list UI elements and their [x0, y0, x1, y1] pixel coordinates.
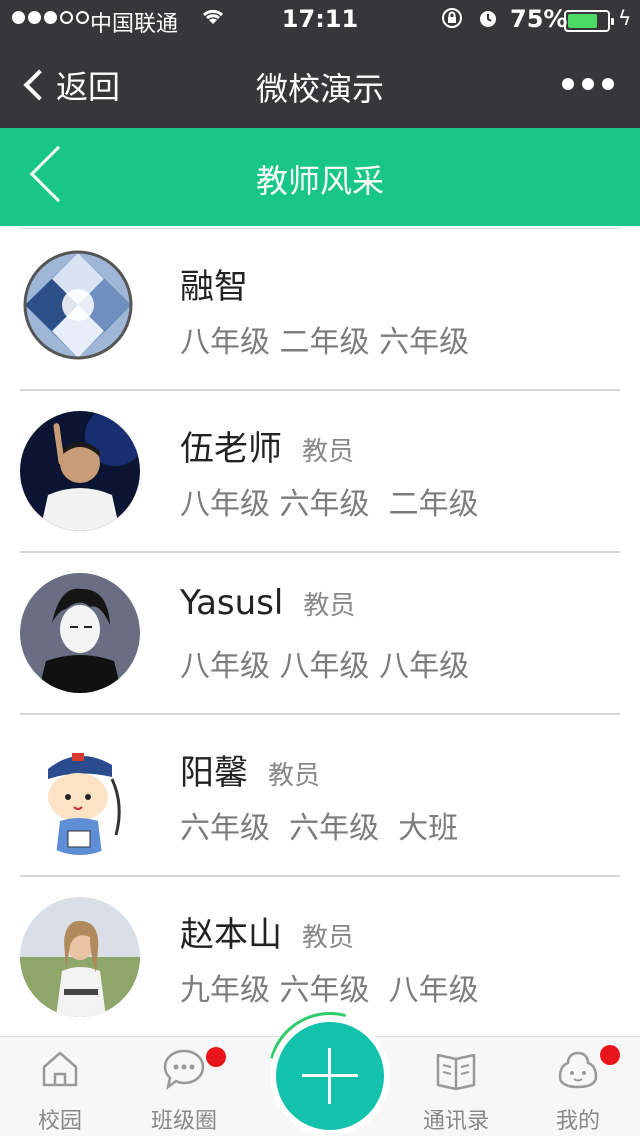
- top-bar: 中国联通 17:11 75% ϟ 返回 微校演示: [0, 0, 640, 128]
- teacher-list: 融智 八年级 二年级 六年级 伍老师 教员 八年级 六年级 二年级 Yasusl…: [20, 228, 620, 1039]
- more-options-icon[interactable]: [562, 78, 614, 90]
- teacher-name-row: 阳馨 教员: [180, 745, 320, 794]
- teacher-grades: 八年级 六年级 二年级: [180, 487, 479, 522]
- rotation-lock-icon: [440, 6, 464, 36]
- teacher-role: 教员: [303, 591, 356, 621]
- notification-badge: [600, 1045, 620, 1065]
- teacher-role: 教员: [302, 923, 355, 953]
- page-header: 教师风采: [0, 128, 640, 226]
- alarm-icon: [476, 6, 500, 36]
- add-button[interactable]: [276, 1022, 384, 1130]
- teacher-grades: 六年级 六年级 大班: [180, 811, 459, 846]
- tab-label: 校园: [37, 1109, 82, 1134]
- charging-icon: ϟ: [618, 6, 632, 30]
- teacher-name: 融智: [180, 267, 248, 307]
- book-icon: [434, 1047, 478, 1091]
- teacher-name-row: 伍老师 教员: [180, 421, 354, 470]
- teacher-name-row: Yasusl 教员: [180, 583, 355, 623]
- avatar-man-on-stage: [20, 411, 140, 531]
- chat-bubble-icon: [162, 1047, 206, 1091]
- battery-icon: [564, 10, 614, 32]
- teacher-name-row: 融智: [180, 259, 248, 308]
- notification-badge: [206, 1047, 226, 1067]
- teacher-grades: 八年级 八年级 八年级: [180, 649, 470, 684]
- battery-percent: 75%: [510, 5, 568, 33]
- nav-title: 微校演示: [255, 70, 384, 108]
- tab-label: 我的: [555, 1109, 600, 1134]
- page-title: 教师风采: [255, 162, 384, 200]
- tab-label: 通讯录: [422, 1109, 489, 1134]
- home-icon: [38, 1047, 82, 1091]
- teacher-role: 教员: [302, 437, 355, 467]
- avatar-diamond: [20, 249, 140, 369]
- status-bar: 中国联通 17:11 75% ϟ: [0, 0, 640, 40]
- person-icon: [556, 1047, 600, 1091]
- tab-class-circle[interactable]: 班级圈: [124, 1047, 244, 1135]
- teacher-item[interactable]: 伍老师 教员 八年级 六年级 二年级: [20, 391, 620, 553]
- tab-contacts[interactable]: 通讯录: [396, 1047, 516, 1135]
- navigation-bar: 返回 微校演示: [0, 40, 640, 128]
- avatar-anime-boy: [20, 573, 140, 693]
- teacher-name: 阳馨: [180, 753, 248, 793]
- teacher-grades: 八年级 二年级 六年级: [180, 325, 470, 360]
- avatar-woman-in-field: [20, 897, 140, 1017]
- tab-mine[interactable]: 我的: [518, 1045, 638, 1135]
- tab-campus[interactable]: 校园: [0, 1047, 120, 1135]
- teacher-name: 伍老师: [180, 429, 282, 469]
- teacher-grades: 九年级 六年级 八年级: [180, 973, 479, 1008]
- teacher-role: 教员: [268, 761, 321, 791]
- tab-label: 班级圈: [150, 1109, 217, 1134]
- teacher-name: Yasusl: [180, 583, 284, 623]
- teacher-item[interactable]: 融智 八年级 二年级 六年级: [20, 229, 620, 391]
- teacher-item[interactable]: 阳馨 教员 六年级 六年级 大班: [20, 715, 620, 877]
- teacher-name: 赵本山: [180, 915, 282, 955]
- teacher-item[interactable]: Yasusl 教员 八年级 八年级 八年级: [20, 553, 620, 715]
- teacher-name-row: 赵本山 教员: [180, 907, 354, 956]
- avatar-cartoon-character: [20, 735, 140, 855]
